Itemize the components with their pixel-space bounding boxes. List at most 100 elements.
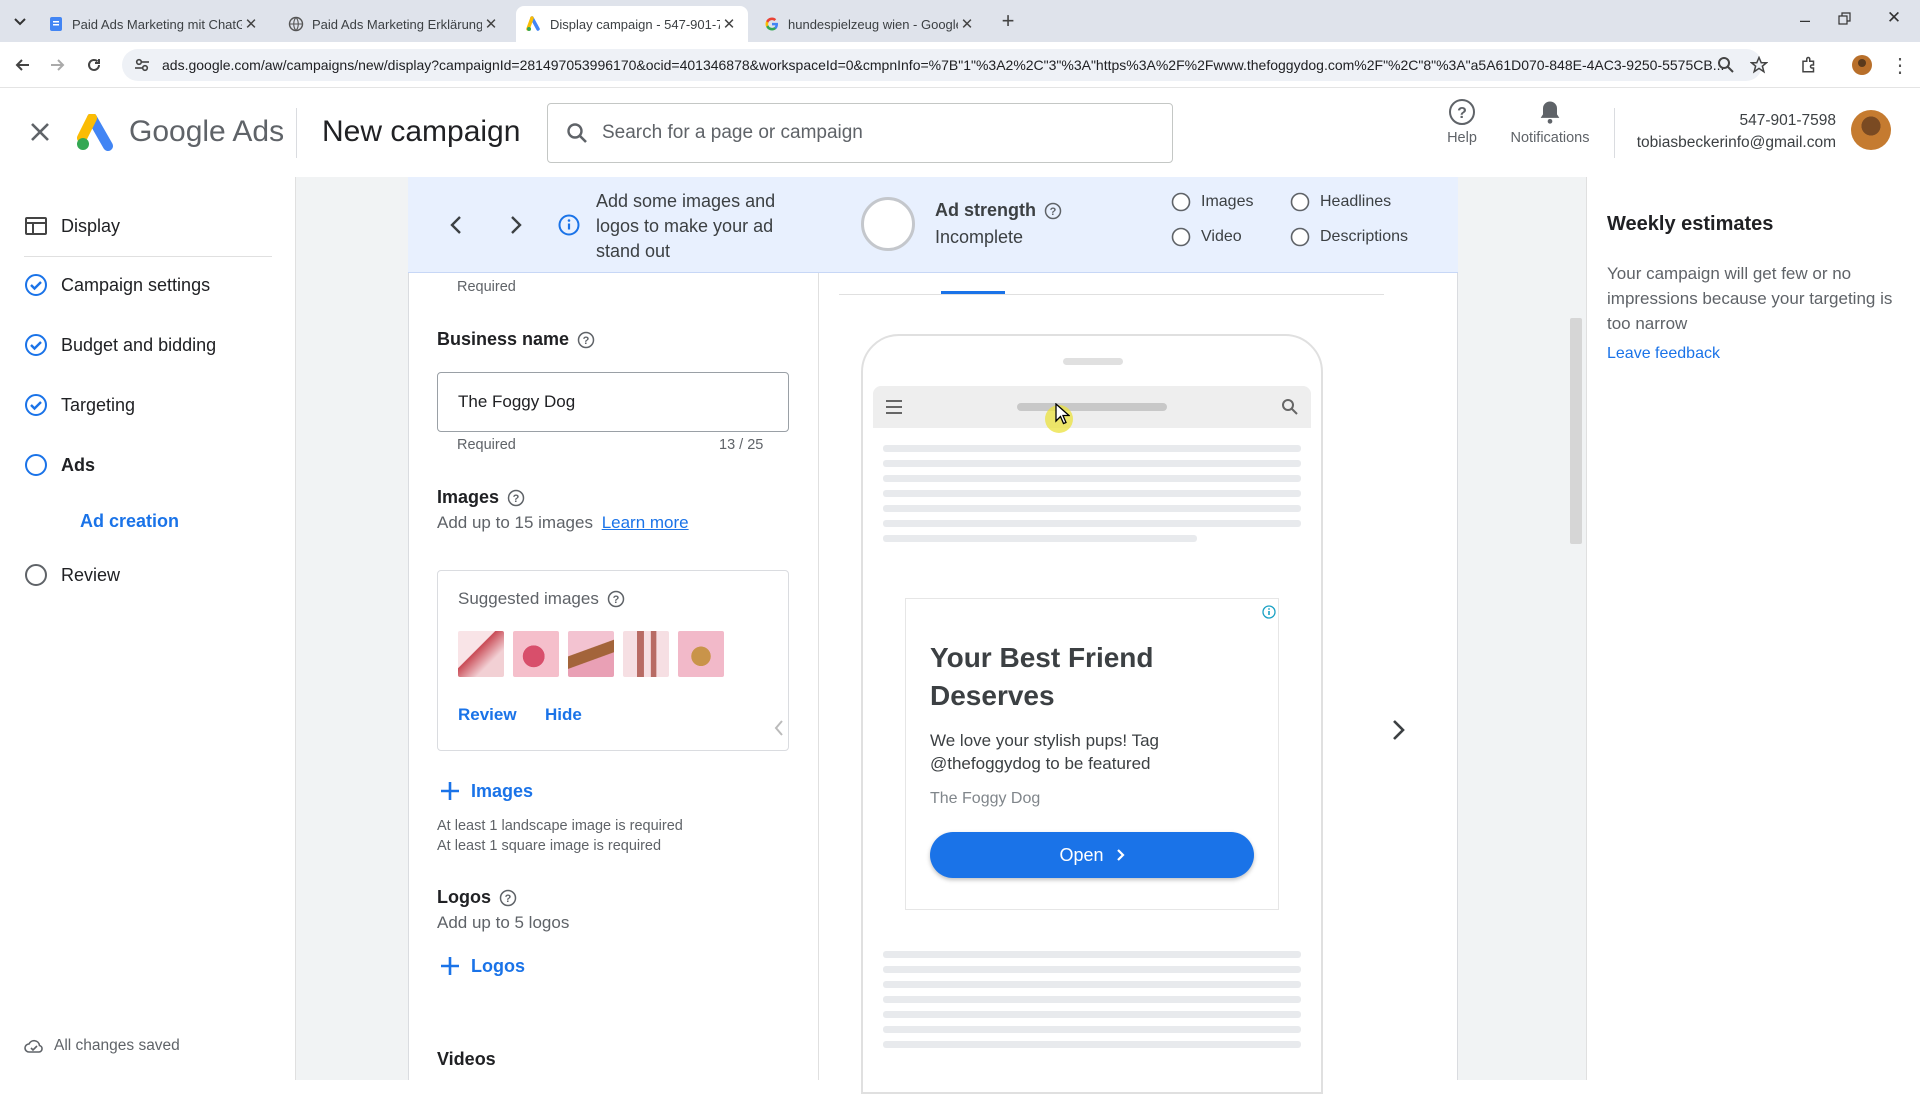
chevron-right-icon: [1116, 848, 1125, 862]
site-settings-icon[interactable]: [134, 57, 150, 73]
sidebar-item-budget[interactable]: Budget and bidding: [24, 333, 216, 357]
sidebar-item-display[interactable]: Display: [24, 214, 120, 238]
preview-next-icon[interactable]: [1392, 719, 1406, 741]
ad-open-button[interactable]: Open: [930, 832, 1254, 878]
logos-label-text: Logos: [437, 887, 491, 907]
close-window-icon[interactable]: ✕: [1884, 8, 1904, 28]
svg-text:?: ?: [1457, 105, 1467, 122]
cursor-arrow-icon: [1054, 403, 1070, 425]
phone-mockup: Your Best Friend Deserves We love your s…: [861, 334, 1323, 1094]
browser-tab[interactable]: Paid Ads Marketing mit ChatGP ✕: [38, 6, 270, 42]
placeholder-line: [883, 460, 1301, 467]
search-input[interactable]: Search for a page or campaign: [547, 103, 1173, 163]
close-tab-icon[interactable]: ✕: [720, 15, 738, 33]
suggested-image-thumbnail[interactable]: [623, 631, 669, 677]
sidebar-item-campaign-settings[interactable]: Campaign settings: [24, 273, 210, 297]
cloud-check-icon: [24, 1038, 44, 1054]
url-text: ads.google.com/aw/campaigns/new/display?…: [162, 57, 1725, 73]
learn-more-link[interactable]: Learn more: [602, 513, 689, 532]
ad-strength-label: Ad strength ?: [935, 200, 1062, 221]
browser-tab-active[interactable]: Display campaign - 547-901-75 ✕: [516, 6, 748, 42]
business-name-label-text: Business name: [437, 329, 570, 349]
suggested-image-thumbnail[interactable]: [678, 631, 724, 677]
check-video: Video: [1171, 227, 1242, 247]
suggested-images-title-text: Suggested images: [458, 589, 599, 608]
leave-feedback-link[interactable]: Leave feedback: [1607, 345, 1720, 363]
profile-avatar-icon[interactable]: [1850, 53, 1874, 77]
ad-strength-value: Incomplete: [935, 227, 1024, 247]
svg-text:?: ?: [513, 493, 520, 505]
ad-info-icon[interactable]: [1262, 605, 1276, 619]
help-button[interactable]: ? Help: [1440, 98, 1484, 147]
add-images-label: Images: [471, 780, 534, 801]
close-tab-icon[interactable]: ✕: [958, 15, 976, 33]
bookmark-star-icon[interactable]: [1747, 53, 1771, 77]
suggested-image-thumbnail[interactable]: [458, 631, 504, 677]
help-circle-icon[interactable]: ?: [1044, 202, 1062, 220]
banner-prev-icon[interactable]: [450, 215, 462, 235]
sidebar-item-ads[interactable]: Ads: [24, 453, 95, 477]
images-requirement: At least 1 landscape image is required: [437, 818, 683, 834]
help-circle-icon[interactable]: ?: [507, 489, 525, 507]
unchecked-circle-icon: [1171, 227, 1191, 247]
preview-tab-indicator: [941, 291, 1005, 294]
sidebar-item-targeting[interactable]: Targeting: [24, 393, 135, 417]
sidebar-item-review[interactable]: Review: [24, 563, 120, 587]
hide-suggestions-button[interactable]: Hide: [545, 705, 582, 725]
notifications-label: Notifications: [1510, 130, 1590, 146]
suggested-image-thumbnail[interactable]: [513, 631, 559, 677]
new-tab-icon[interactable]: +: [996, 9, 1020, 33]
close-tab-icon[interactable]: ✕: [482, 15, 500, 33]
check-descriptions: Descriptions: [1290, 227, 1408, 247]
placeholder-line: [883, 520, 1301, 527]
tab-title: Paid Ads Marketing Erklärung: [312, 16, 482, 32]
suggested-image-thumbnail[interactable]: [568, 631, 614, 677]
business-name-field[interactable]: The Foggy Dog: [437, 372, 789, 432]
reload-icon[interactable]: [82, 53, 106, 77]
account-info[interactable]: 547-901-7598 tobiasbeckerinfo@gmail.com: [1620, 112, 1836, 152]
suggestions-prev-icon[interactable]: [774, 719, 784, 737]
scrollbar[interactable]: [1570, 318, 1582, 544]
phone-browser-bar: [873, 386, 1311, 428]
zoom-icon[interactable]: [1714, 53, 1738, 77]
close-tab-icon[interactable]: ✕: [242, 15, 260, 33]
save-status: All changes saved: [24, 1037, 180, 1055]
unchecked-circle-icon: [1171, 192, 1191, 212]
add-logos-button[interactable]: Logos: [439, 955, 525, 977]
review-suggestions-button[interactable]: Review: [458, 705, 517, 725]
browser-tab[interactable]: Paid Ads Marketing Erklärung ✕: [278, 6, 510, 42]
address-bar[interactable]: ads.google.com/aw/campaigns/new/display?…: [122, 49, 1762, 81]
avatar[interactable]: [1851, 110, 1891, 150]
back-icon[interactable]: [10, 53, 34, 77]
extensions-icon[interactable]: [1797, 53, 1821, 77]
sidebar-item-label: Ad creation: [80, 511, 180, 531]
unchecked-circle-icon: [1290, 192, 1310, 212]
business-name-value: The Foggy Dog: [458, 392, 576, 411]
forward-icon[interactable]: [46, 53, 70, 77]
estimates-title: Weekly estimates: [1607, 213, 1774, 235]
header-divider: [1614, 108, 1615, 158]
tab-search-chevron-icon[interactable]: [10, 12, 30, 32]
help-circle-icon[interactable]: ?: [577, 331, 595, 349]
close-campaign-icon[interactable]: [26, 118, 54, 146]
check-images: Images: [1171, 192, 1253, 212]
weekly-estimates-panel: Weekly estimates Your campaign will get …: [1586, 177, 1920, 1080]
ad-description: We love your stylish pups! Tag @thefoggy…: [930, 731, 1159, 773]
left-navigation: Display Campaign settings Budget and bid…: [0, 177, 296, 1080]
save-status-text: All changes saved: [54, 1037, 180, 1054]
browser-tab[interactable]: hundespielzeug wien - Google ✕: [754, 6, 986, 42]
browser-menu-icon[interactable]: ⋮: [1888, 53, 1912, 77]
banner-next-icon[interactable]: [510, 215, 522, 235]
placeholder-line: [883, 981, 1301, 988]
svg-text:?: ?: [1050, 206, 1057, 218]
browser-tab-strip: Paid Ads Marketing mit ChatGP ✕ Paid Ads…: [0, 0, 1920, 42]
notifications-button[interactable]: Notifications: [1500, 98, 1600, 147]
images-requirement: At least 1 square image is required: [437, 838, 662, 854]
add-images-button[interactable]: Images: [439, 780, 533, 802]
minimize-icon[interactable]: –: [1793, 10, 1817, 30]
help-icon: ?: [1448, 98, 1476, 126]
restore-icon[interactable]: [1838, 12, 1854, 28]
help-circle-icon[interactable]: ?: [499, 889, 517, 907]
help-circle-icon[interactable]: ?: [607, 590, 625, 608]
sidebar-item-ad-creation[interactable]: Ad creation: [80, 511, 179, 532]
